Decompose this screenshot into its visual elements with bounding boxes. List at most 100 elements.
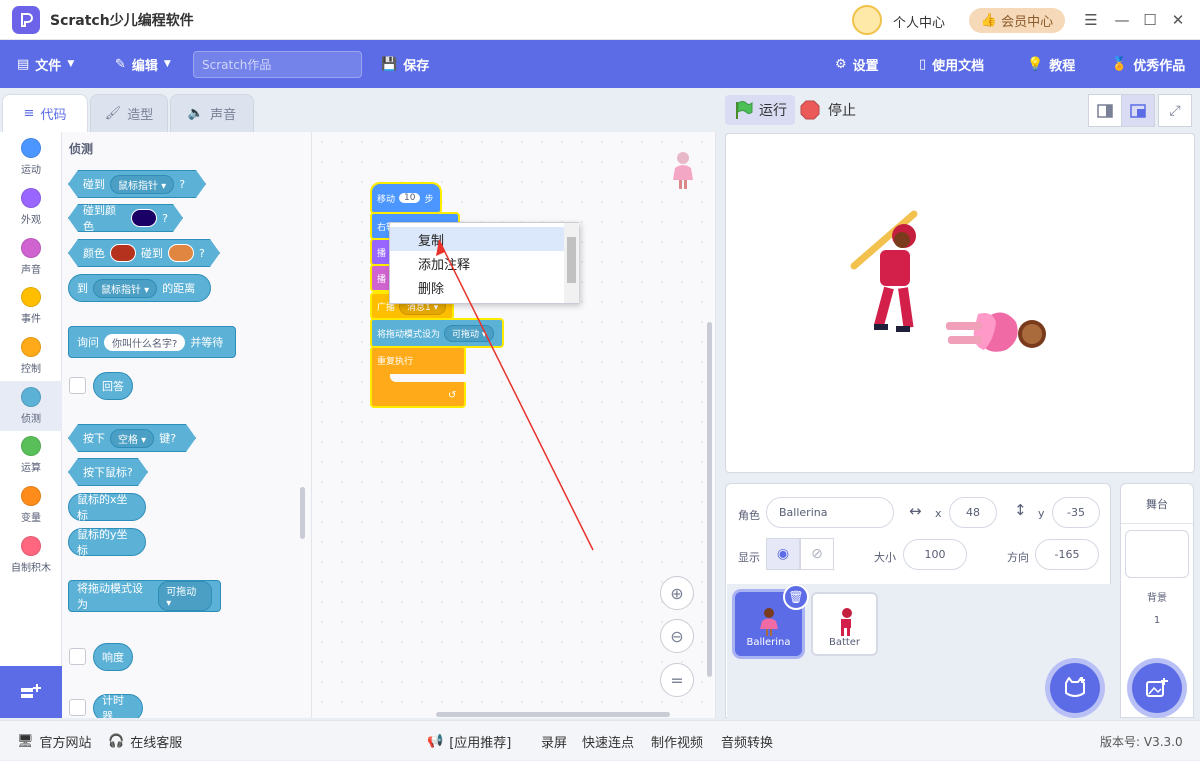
- showcase-button[interactable]: 🏅 优秀作品: [1111, 40, 1185, 88]
- code-workspace[interactable]: 移动 10 步 右转 播 播 广播 消息1 ▾ 将拖动模式设为 可拖动 ▾ 重复…: [312, 132, 716, 718]
- answer-checkbox[interactable]: [69, 377, 86, 394]
- block-answer[interactable]: 回答: [93, 372, 133, 400]
- ballerina-sprite[interactable]: [944, 300, 1056, 372]
- project-title-input[interactable]: Scratch作品: [193, 51, 362, 78]
- block-mouse-y[interactable]: 鼠标的y坐标: [68, 528, 146, 557]
- app-recommend: 📢 [应用推荐]: [427, 721, 511, 761]
- save-button[interactable]: 💾 保存: [381, 40, 429, 88]
- show-sprite-toggle[interactable]: ◉: [766, 538, 800, 570]
- zoom-in-button[interactable]: ⊕: [660, 576, 694, 610]
- sprite-name-input[interactable]: Ballerina: [766, 497, 894, 528]
- stage-thumbnail[interactable]: [1125, 530, 1189, 578]
- color-swatch[interactable]: [168, 244, 194, 262]
- fullscreen-button[interactable]: ⤢: [1158, 94, 1192, 127]
- category-events[interactable]: 事件: [0, 281, 62, 331]
- quick-connect-label: 快速连点: [582, 735, 635, 751]
- timer-checkbox[interactable]: [69, 699, 86, 716]
- close-icon[interactable]: ✕: [1168, 10, 1188, 30]
- x-input[interactable]: 48: [949, 497, 997, 528]
- mouse-pointer-dropdown[interactable]: 鼠标指针 ▾: [110, 175, 174, 194]
- block-distance-to[interactable]: 到 鼠标指针 ▾ 的距离: [68, 274, 211, 302]
- vip-center-button[interactable]: 👍 会员中心: [969, 8, 1065, 33]
- block-color-touching-color[interactable]: 颜色 碰到 ?: [68, 239, 220, 267]
- block-text: 颜色: [83, 247, 105, 260]
- batter-sprite[interactable]: [844, 206, 934, 336]
- category-looks[interactable]: 外观: [0, 182, 62, 232]
- add-extension-button[interactable]: [0, 666, 62, 718]
- block-timer[interactable]: 计时器: [93, 694, 143, 718]
- batter-thumbnail-icon: [840, 608, 852, 636]
- audio-convert-link[interactable]: 音频转换: [721, 721, 773, 761]
- stop-button[interactable]: 停止: [800, 95, 870, 125]
- zoom-out-button[interactable]: ⊖: [660, 619, 694, 653]
- palette-section-title: 侦测: [69, 142, 94, 156]
- size-label: 大小: [874, 551, 896, 564]
- block-loudness[interactable]: 响度: [93, 643, 133, 671]
- workspace-horizontal-scrollbar[interactable]: [436, 712, 670, 717]
- direction-input[interactable]: -165: [1035, 539, 1099, 570]
- stage-canvas[interactable]: [725, 133, 1195, 473]
- category-control[interactable]: 控制: [0, 331, 62, 381]
- category-sound[interactable]: 声音: [0, 232, 62, 282]
- block-touching[interactable]: 碰到 鼠标指针 ▾ ?: [68, 170, 206, 198]
- block-touching-color[interactable]: 碰到颜色 ?: [68, 204, 183, 232]
- loudness-checkbox[interactable]: [69, 648, 86, 665]
- block-key-pressed[interactable]: 按下 空格 ▾ 键?: [68, 424, 196, 452]
- color-swatch[interactable]: [131, 209, 157, 227]
- normal-stage-button[interactable]: [1121, 94, 1155, 127]
- hide-sprite-toggle[interactable]: ⊘: [800, 538, 834, 570]
- category-myblocks[interactable]: 自制积木: [0, 530, 62, 580]
- category-variables[interactable]: 变量: [0, 480, 62, 530]
- zoom-reset-button[interactable]: =: [660, 663, 694, 697]
- user-avatar[interactable]: [852, 5, 882, 35]
- block-text: 按下: [83, 432, 105, 445]
- tab-code[interactable]: ≡ 代码: [2, 94, 88, 132]
- tab-costumes[interactable]: 🖌 造型: [90, 94, 168, 132]
- block-ask-and-wait[interactable]: 询问 你叫什么名字? 并等待: [68, 326, 236, 358]
- minimize-icon[interactable]: —: [1112, 10, 1132, 30]
- tab-costumes-label: 造型: [127, 108, 154, 123]
- small-stage-button[interactable]: [1088, 94, 1122, 127]
- book-icon: ▯: [919, 56, 927, 72]
- block-text: 鼠标的x坐标: [77, 493, 128, 522]
- mouse-pointer-dropdown[interactable]: 鼠标指针 ▾: [93, 278, 158, 298]
- file-menu[interactable]: ▤ 文件 ▼: [17, 40, 74, 88]
- official-website-link[interactable]: 🖥 官方网站: [17, 721, 92, 761]
- online-support-link[interactable]: 🎧 在线客服: [108, 721, 182, 761]
- color-swatch[interactable]: [110, 244, 136, 262]
- personal-center-link[interactable]: 个人中心: [893, 12, 945, 31]
- menu-icon[interactable]: ☰: [1081, 10, 1101, 30]
- tab-sounds[interactable]: 🔈 声音: [170, 94, 254, 132]
- category-sensing[interactable]: 侦测: [0, 381, 62, 431]
- quick-connect-link[interactable]: 快速连点: [582, 721, 634, 761]
- block-text: 询问: [77, 336, 99, 349]
- y-input[interactable]: -35: [1052, 497, 1100, 528]
- settings-button[interactable]: ⚙ 设置: [835, 40, 879, 88]
- delete-sprite-button[interactable]: 🗑: [783, 584, 809, 610]
- block-text: ?: [199, 246, 205, 260]
- tutorial-label: 教程: [1049, 58, 1076, 74]
- workspace-vertical-scrollbar[interactable]: [707, 322, 712, 677]
- myblocks-dot-icon: [21, 536, 41, 556]
- category-motion[interactable]: 运动: [0, 132, 62, 182]
- add-sprite-button[interactable]: [1050, 663, 1100, 713]
- maximize-icon[interactable]: ☐: [1140, 10, 1160, 30]
- sprite-card-batter[interactable]: Batter: [811, 592, 878, 656]
- block-set-drag-mode[interactable]: 将拖动模式设为 可拖动 ▾: [68, 580, 221, 612]
- add-backdrop-button[interactable]: [1132, 663, 1182, 713]
- docs-button[interactable]: ▯ 使用文档: [919, 40, 984, 88]
- record-link[interactable]: 录屏: [541, 721, 567, 761]
- palette-scrollbar[interactable]: [300, 487, 305, 539]
- edit-menu[interactable]: ✎ 编辑 ▼: [115, 40, 171, 88]
- key-dropdown[interactable]: 空格 ▾: [110, 429, 154, 448]
- category-operators[interactable]: 运算: [0, 430, 62, 480]
- ask-text-field[interactable]: 你叫什么名字?: [104, 333, 186, 351]
- drag-mode-dropdown[interactable]: 可拖动 ▾: [158, 581, 212, 611]
- run-button[interactable]: 运行: [725, 95, 795, 125]
- block-mouse-x[interactable]: 鼠标的x坐标: [68, 493, 146, 522]
- size-input[interactable]: 100: [903, 539, 967, 570]
- gear-icon: ⚙: [835, 56, 847, 72]
- tutorial-button[interactable]: 💡 教程: [1027, 40, 1075, 88]
- make-video-link[interactable]: 制作视频: [651, 721, 703, 761]
- block-mouse-down[interactable]: 按下鼠标?: [68, 458, 148, 486]
